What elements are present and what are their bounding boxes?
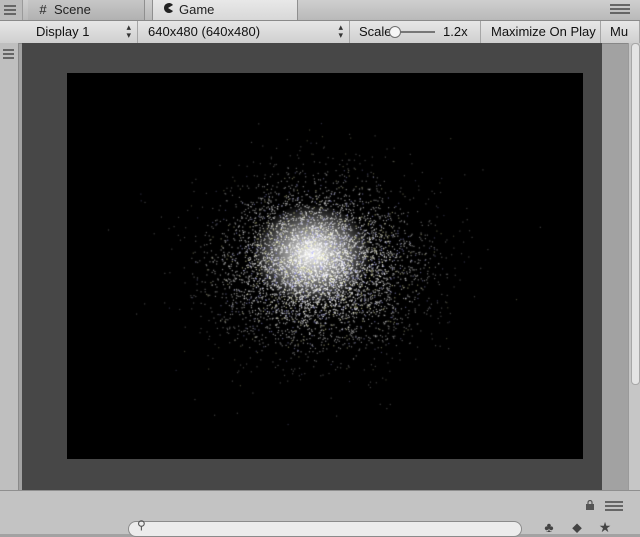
vertical-scrollbar[interactable] [628,43,640,490]
game-viewport[interactable] [22,43,602,490]
bottom-panel: ⚲ ♣ ⬥ ★ [0,490,640,537]
tab-game-label: Game [179,2,215,17]
tab-game[interactable]: Game [152,0,298,20]
updown-arrows-icon: ▴ ▾ [338,22,343,40]
scale-value: 1.2x [443,24,468,39]
pacman-icon [161,0,175,20]
left-panel-strip [0,43,19,490]
game-toolbar: Display 1 ▴ ▾ 640x480 (640x480) ▴ ▾ Scale … [0,21,640,44]
scale-slider-knob[interactable] [389,26,401,38]
maximize-on-play-toggle[interactable]: Maximize On Play [483,21,601,43]
display-dropdown[interactable]: Display 1 ▴ ▾ [28,21,138,43]
mute-label: Mu [610,24,629,39]
tab-scene-label: Scene [54,2,91,17]
grid-icon: # [39,2,47,17]
lock-icon[interactable] [585,499,595,510]
tab-menu-icon[interactable] [610,4,630,16]
particle-cloud [67,73,583,459]
tab-scene[interactable]: # Scene [28,0,145,20]
mute-audio-toggle[interactable]: Mu [602,21,640,43]
tab-bar: # Scene Game [0,0,640,21]
scrollbar-thumb[interactable] [631,43,640,385]
game-screen[interactable] [47,73,583,459]
panel-menu-icon[interactable] [605,501,623,511]
updown-arrows-icon: ▴ ▾ [126,22,131,40]
display-value: Display 1 [36,24,90,39]
resolution-value: 640x480 (640x480) [148,24,261,39]
panel-menu[interactable] [0,0,23,20]
search-icon: ⚲ [137,518,146,532]
search-input[interactable]: ⚲ [128,518,522,537]
resolution-dropdown[interactable]: 640x480 (640x480) ▴ ▾ [140,21,350,43]
scale-control: Scale 1.2x [351,21,481,43]
scale-label: Scale [359,24,392,39]
maximize-label: Maximize On Play [491,24,596,39]
